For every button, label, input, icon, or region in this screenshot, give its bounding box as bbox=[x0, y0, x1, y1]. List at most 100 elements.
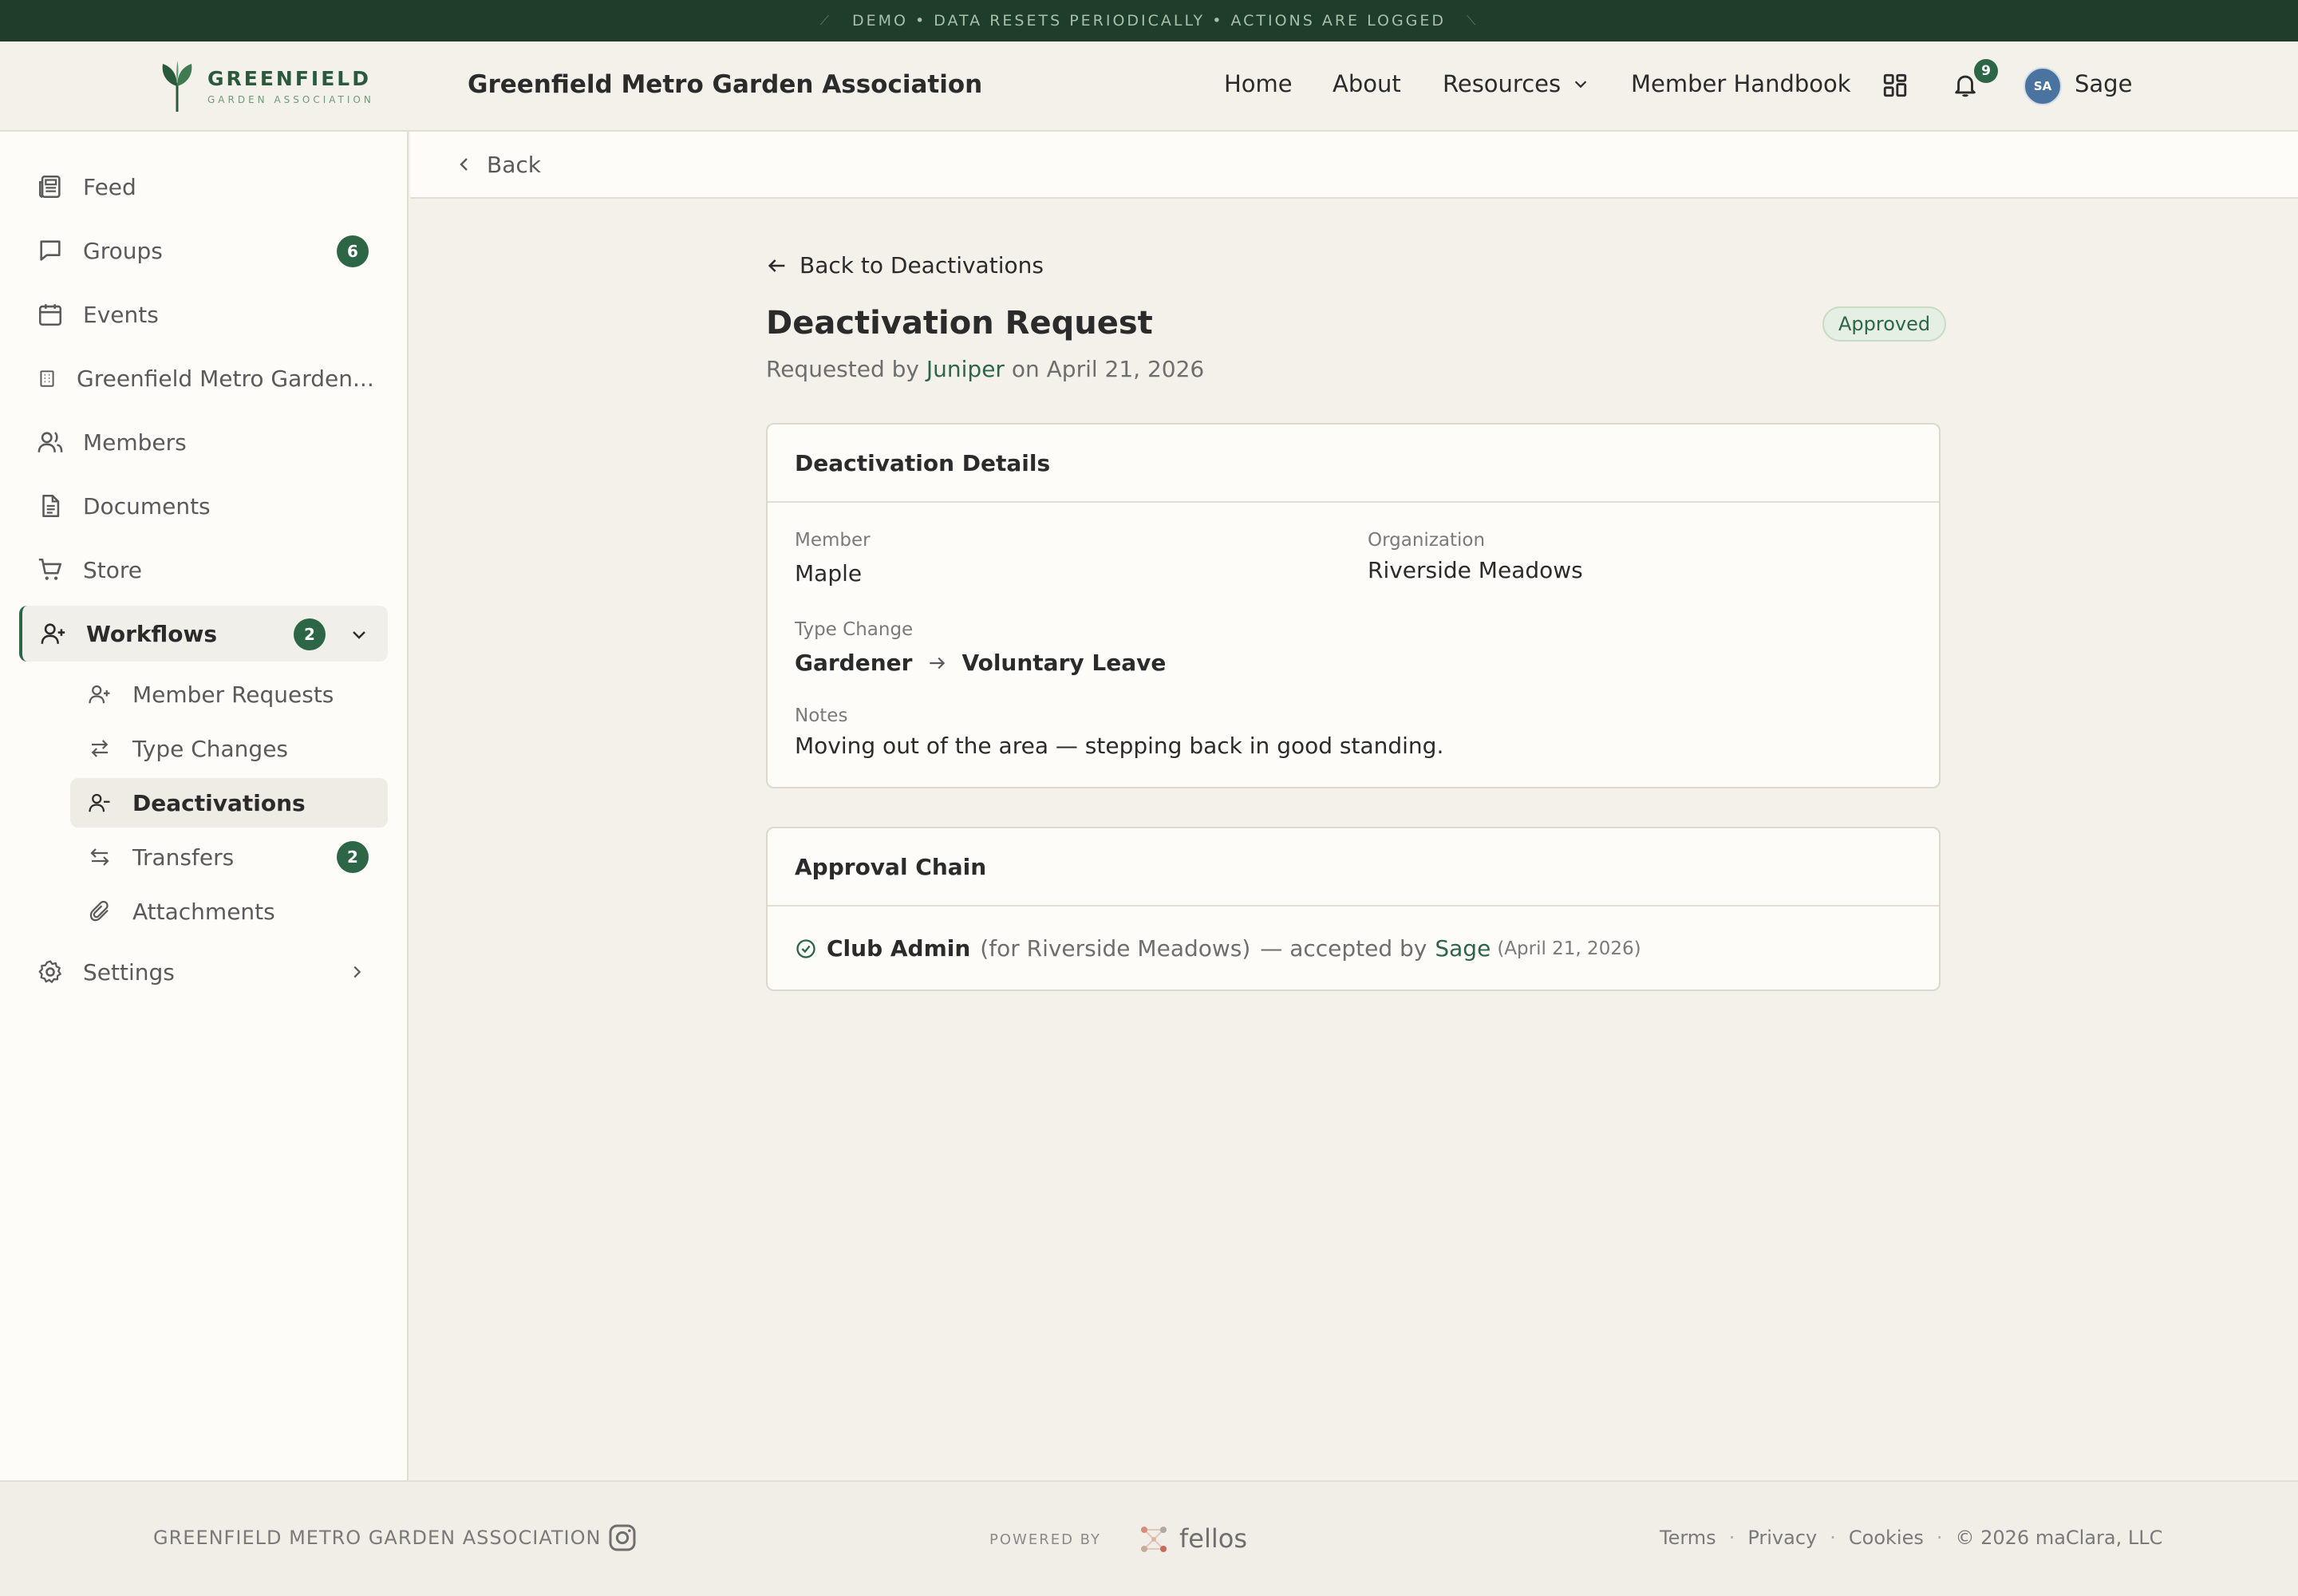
sidebar-subitem-deactivations[interactable]: Deactivations bbox=[70, 778, 388, 828]
card-heading: Approval Chain bbox=[768, 828, 1939, 907]
sidebar-subitem-label: Deactivations bbox=[132, 789, 306, 816]
nav-member-handbook-link[interactable]: Member Handbook bbox=[1631, 70, 1851, 97]
separator-dot: · bbox=[1936, 1527, 1943, 1549]
sidebar-item-documents[interactable]: Documents bbox=[19, 478, 388, 534]
sidebar-subitem-type-changes[interactable]: Type Changes bbox=[70, 724, 388, 773]
type-change-value: Gardener Voluntary Leave bbox=[795, 650, 1166, 676]
approval-role: Club Admin bbox=[827, 935, 971, 962]
logo-name: GREENFIELD bbox=[207, 67, 371, 90]
sidebar-subitem-label: Member Requests bbox=[132, 681, 334, 708]
approver-link[interactable]: Sage bbox=[1435, 935, 1491, 962]
sprout-logo-icon bbox=[162, 61, 192, 112]
instagram-icon[interactable] bbox=[606, 1522, 638, 1554]
user-name[interactable]: Sage bbox=[2075, 70, 2132, 97]
user-plus-icon bbox=[41, 623, 65, 644]
requested-date: April 21, 2026 bbox=[1046, 356, 1205, 382]
sidebar-item-feed[interactable]: Feed bbox=[19, 159, 388, 215]
calendar-icon bbox=[38, 304, 62, 326]
site-logo[interactable]: GREENFIELD GARDEN ASSOCIATION bbox=[158, 59, 381, 113]
sidebar-subitem-label: Type Changes bbox=[132, 735, 289, 762]
member-link[interactable]: Maple bbox=[795, 560, 862, 587]
check-circle-icon bbox=[796, 938, 815, 958]
transfer-arrows-icon bbox=[90, 848, 109, 866]
sidebar-item-events[interactable]: Events bbox=[19, 286, 388, 342]
requested-prefix: Requested by bbox=[766, 356, 919, 382]
back-link-label: Back to Deactivations bbox=[800, 252, 1044, 279]
sidebar-item-organization[interactable]: Greenfield Metro Garden... bbox=[19, 350, 388, 406]
back-button[interactable]: Back bbox=[487, 152, 541, 178]
fellos-logo-icon[interactable] bbox=[1138, 1523, 1170, 1555]
requester-link[interactable]: Juniper bbox=[926, 356, 1005, 382]
leaf-icon-right: ⟍ bbox=[1467, 13, 1479, 28]
shopping-cart-icon bbox=[38, 558, 62, 580]
sidebar-subitem-attachments[interactable]: Attachments bbox=[70, 887, 388, 936]
status-badge: Approved bbox=[1822, 306, 1947, 342]
separator-dot: · bbox=[1830, 1527, 1836, 1549]
users-icon bbox=[38, 432, 63, 452]
sidebar-item-label: Settings bbox=[83, 958, 175, 986]
newspaper-icon bbox=[38, 175, 61, 199]
sidebar-item-workflows[interactable]: Workflows 2 bbox=[19, 606, 388, 662]
sidebar-subitem-transfers[interactable]: Transfers 2 bbox=[70, 832, 388, 882]
nav-home-link[interactable]: Home bbox=[1224, 70, 1293, 97]
type-from: Gardener bbox=[795, 650, 913, 676]
footer-org-name: GREENFIELD METRO GARDEN ASSOCIATION bbox=[153, 1527, 602, 1549]
back-bar: Back bbox=[410, 132, 2298, 199]
sidebar-item-label: Events bbox=[83, 301, 159, 328]
fellos-brand-name[interactable]: fellos bbox=[1179, 1523, 1247, 1554]
type-change-label: Type Change bbox=[795, 619, 914, 640]
paperclip-icon bbox=[89, 900, 109, 922]
nav-about-link[interactable]: About bbox=[1333, 70, 1401, 97]
sidebar-item-label: Feed bbox=[83, 173, 136, 200]
powered-by-label: POWERED BY bbox=[989, 1531, 1102, 1548]
chat-bubble-icon bbox=[40, 240, 61, 261]
member-label: Member bbox=[795, 530, 871, 551]
apps-grid-icon[interactable] bbox=[1881, 72, 1909, 99]
chevron-right-icon bbox=[353, 966, 361, 978]
privacy-link[interactable]: Privacy bbox=[1747, 1527, 1817, 1549]
site-title: Greenfield Metro Garden Association bbox=[468, 70, 983, 99]
sidebar-subitem-label: Transfers bbox=[132, 843, 235, 871]
terms-link[interactable]: Terms bbox=[1660, 1527, 1716, 1549]
separator-dot: · bbox=[1728, 1527, 1735, 1549]
sidebar-item-groups[interactable]: Groups 6 bbox=[19, 223, 388, 279]
sidebar-subitem-member-requests[interactable]: Member Requests bbox=[70, 670, 388, 719]
organization-label: Organization bbox=[1368, 530, 1486, 551]
nav-resources-label: Resources bbox=[1443, 70, 1562, 97]
sidebar-item-label: Members bbox=[83, 429, 187, 456]
sidebar-item-label: Documents bbox=[83, 492, 211, 519]
building-icon bbox=[40, 370, 54, 387]
footer: GREENFIELD METRO GARDEN ASSOCIATION POWE… bbox=[0, 1480, 2298, 1596]
document-icon bbox=[42, 494, 60, 518]
notification-count-badge: 9 bbox=[1974, 59, 1998, 83]
sidebar-item-store[interactable]: Store bbox=[19, 542, 388, 598]
workflows-count-badge: 2 bbox=[294, 618, 326, 650]
notes-label: Notes bbox=[795, 705, 848, 726]
swap-arrows-icon bbox=[91, 740, 109, 757]
chevron-left-icon bbox=[460, 158, 468, 171]
deactivation-details-card: Deactivation Details Member Maple Organi… bbox=[766, 423, 1941, 788]
gear-icon bbox=[38, 960, 61, 983]
arrow-right-icon bbox=[930, 657, 946, 669]
nav-resources-dropdown[interactable]: Resources bbox=[1443, 70, 1589, 97]
sidebar-item-settings[interactable]: Settings bbox=[19, 944, 388, 1000]
copyright-text: © 2026 maClara, LLC bbox=[1955, 1527, 2163, 1549]
user-avatar[interactable]: SA bbox=[2024, 67, 2062, 105]
notes-value: Moving out of the area — stepping back i… bbox=[795, 733, 1444, 759]
requested-on-prefix: on bbox=[1011, 356, 1040, 382]
page-title: Deactivation Request bbox=[766, 305, 1153, 342]
user-plus-icon bbox=[89, 685, 110, 704]
chevron-down-icon bbox=[353, 631, 365, 639]
sidebar-item-members[interactable]: Members bbox=[19, 414, 388, 470]
cookies-link[interactable]: Cookies bbox=[1849, 1527, 1924, 1549]
footer-links: Terms · Privacy · Cookies · © 2026 maCla… bbox=[1660, 1527, 2162, 1549]
groups-count-badge: 6 bbox=[337, 235, 369, 267]
organization-value: Riverside Meadows bbox=[1368, 557, 1583, 583]
leaf-icon-left: ⟋ bbox=[819, 13, 831, 28]
back-to-deactivations-link[interactable]: Back to Deactivations bbox=[766, 252, 1044, 279]
transfers-count-badge: 2 bbox=[337, 841, 369, 873]
logo-subtitle: GARDEN ASSOCIATION bbox=[207, 94, 374, 105]
sidebar: Feed Groups 6 Events Greenfield Metro Ga… bbox=[0, 132, 409, 1480]
sidebar-item-label: Store bbox=[83, 556, 143, 583]
sidebar-item-label: Groups bbox=[83, 237, 163, 264]
